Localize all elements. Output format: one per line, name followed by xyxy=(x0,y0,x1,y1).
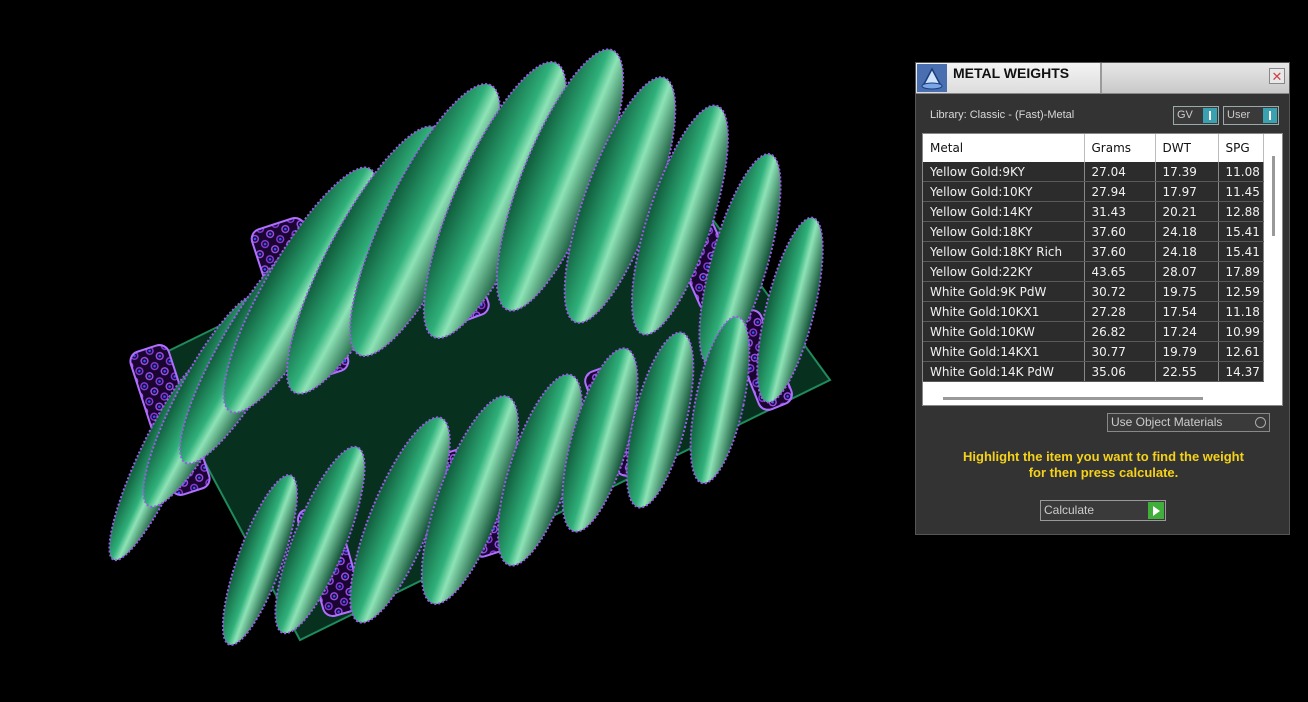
table-row[interactable]: Yellow Gold:22KY 43.65 28.07 17.89 xyxy=(923,261,1264,282)
gv-toggle[interactable]: GV xyxy=(1173,106,1219,125)
cell-metal: Yellow Gold:22KY xyxy=(923,261,1085,282)
cell-grams: 27.28 xyxy=(1084,301,1156,322)
table-row[interactable]: White Gold:14KX1 30.77 19.79 12.61 xyxy=(923,341,1264,362)
radio-icon[interactable] xyxy=(1255,417,1266,428)
column-header-grams[interactable]: Grams xyxy=(1084,134,1156,162)
metal-weights-app-icon xyxy=(917,64,947,92)
use-object-materials-option[interactable]: Use Object Materials xyxy=(1107,413,1270,432)
table-row[interactable]: Yellow Gold:14KY 31.43 20.21 12.88 xyxy=(923,201,1264,222)
vertical-scrollbar[interactable] xyxy=(1272,156,1275,236)
cell-dwt: 20.21 xyxy=(1155,201,1219,222)
cell-dwt: 28.07 xyxy=(1155,261,1219,282)
cell-spg: 12.61 xyxy=(1218,341,1264,362)
cell-dwt: 22.55 xyxy=(1155,361,1219,382)
cell-dwt: 17.39 xyxy=(1155,162,1219,182)
cell-dwt: 24.18 xyxy=(1155,241,1219,262)
cell-dwt: 17.54 xyxy=(1155,301,1219,322)
metal-weights-panel: METAL WEIGHTS ✕ Library: Classic - (Fast… xyxy=(915,62,1290,535)
table-row[interactable]: White Gold:14K PdW 35.06 22.55 14.37 xyxy=(923,361,1264,382)
cell-spg: 14.37 xyxy=(1218,361,1264,382)
cell-grams: 27.04 xyxy=(1084,162,1156,182)
cell-grams: 30.72 xyxy=(1084,281,1156,302)
library-label: Library: Classic - (Fast)-Metal xyxy=(930,109,1075,121)
cell-grams: 37.60 xyxy=(1084,241,1156,262)
cell-metal: Yellow Gold:10KY xyxy=(923,181,1085,202)
column-header-dwt[interactable]: DWT xyxy=(1155,134,1219,162)
toggle-icon xyxy=(1263,108,1277,123)
instruction-text: Highlight the item you want to find the … xyxy=(924,449,1283,481)
ring-3d-model xyxy=(108,48,832,646)
table-row[interactable]: White Gold:9K PdW 30.72 19.75 12.59 xyxy=(923,281,1264,302)
user-toggle-label: User xyxy=(1227,109,1251,121)
cell-dwt: 17.24 xyxy=(1155,321,1219,342)
title-tab: METAL WEIGHTS xyxy=(916,63,1102,93)
cell-grams: 35.06 xyxy=(1084,361,1156,382)
cell-spg: 10.99 xyxy=(1218,321,1264,342)
table-header-row: Metal Grams DWT SPG xyxy=(923,134,1264,162)
cell-metal: White Gold:9K PdW xyxy=(923,281,1085,302)
cell-spg: 12.88 xyxy=(1218,201,1264,222)
cell-spg: 11.08 xyxy=(1218,162,1264,182)
table-row[interactable]: White Gold:10KX1 27.28 17.54 11.18 xyxy=(923,301,1264,322)
cell-spg: 11.18 xyxy=(1218,301,1264,322)
cell-spg: 15.41 xyxy=(1218,241,1264,262)
toggle-icon xyxy=(1203,108,1217,123)
cell-grams: 31.43 xyxy=(1084,201,1156,222)
table-row[interactable]: Yellow Gold:10KY 27.94 17.97 11.45 xyxy=(923,181,1264,202)
cell-grams: 43.65 xyxy=(1084,261,1156,282)
cell-metal: White Gold:14KX1 xyxy=(923,341,1085,362)
cell-metal: White Gold:10KW xyxy=(923,321,1085,342)
cell-spg: 15.41 xyxy=(1218,221,1264,242)
model-viewport[interactable] xyxy=(0,0,900,702)
close-icon[interactable]: ✕ xyxy=(1269,68,1285,84)
cell-dwt: 19.79 xyxy=(1155,341,1219,362)
cell-spg: 11.45 xyxy=(1218,181,1264,202)
user-toggle[interactable]: User xyxy=(1223,106,1279,125)
cell-spg: 17.89 xyxy=(1218,261,1264,282)
calculate-button[interactable]: Calculate xyxy=(1040,500,1166,521)
horizontal-scrollbar[interactable] xyxy=(943,397,1203,400)
cell-grams: 37.60 xyxy=(1084,221,1156,242)
cell-grams: 30.77 xyxy=(1084,341,1156,362)
instruction-line-2: for then press calculate. xyxy=(1028,465,1179,480)
cell-metal: Yellow Gold:9KY xyxy=(923,162,1085,182)
cell-metal: Yellow Gold:18KY xyxy=(923,221,1085,242)
cell-dwt: 17.97 xyxy=(1155,181,1219,202)
table-row[interactable]: Yellow Gold:9KY 27.04 17.39 11.08 xyxy=(923,162,1264,182)
panel-titlebar[interactable]: METAL WEIGHTS ✕ xyxy=(916,63,1289,94)
cell-spg: 12.59 xyxy=(1218,281,1264,302)
cell-grams: 26.82 xyxy=(1084,321,1156,342)
cell-dwt: 24.18 xyxy=(1155,221,1219,242)
column-header-spg[interactable]: SPG xyxy=(1218,134,1264,162)
cell-metal: White Gold:10KX1 xyxy=(923,301,1085,322)
column-header-metal[interactable]: Metal xyxy=(923,134,1085,162)
cell-metal: Yellow Gold:14KY xyxy=(923,201,1085,222)
cell-grams: 27.94 xyxy=(1084,181,1156,202)
cell-dwt: 19.75 xyxy=(1155,281,1219,302)
cell-metal: White Gold:14K PdW xyxy=(923,361,1085,382)
instruction-line-1: Highlight the item you want to find the … xyxy=(963,449,1244,464)
metal-table-container[interactable]: Metal Grams DWT SPG Yellow Gold:9KY 27.04… xyxy=(922,133,1283,406)
panel-title: METAL WEIGHTS xyxy=(953,65,1070,81)
play-icon xyxy=(1148,502,1164,519)
cell-metal: Yellow Gold:18KY Rich xyxy=(923,241,1085,262)
calculate-label: Calculate xyxy=(1044,503,1095,517)
table-row[interactable]: White Gold:10KW 26.82 17.24 10.99 xyxy=(923,321,1264,342)
use-object-materials-label: Use Object Materials xyxy=(1111,415,1223,429)
gv-toggle-label: GV xyxy=(1177,109,1193,121)
table-row[interactable]: Yellow Gold:18KY Rich 37.60 24.18 15.41 xyxy=(923,241,1264,262)
metal-weights-table: Metal Grams DWT SPG Yellow Gold:9KY 27.04… xyxy=(923,134,1264,382)
table-row[interactable]: Yellow Gold:18KY 37.60 24.18 15.41 xyxy=(923,221,1264,242)
